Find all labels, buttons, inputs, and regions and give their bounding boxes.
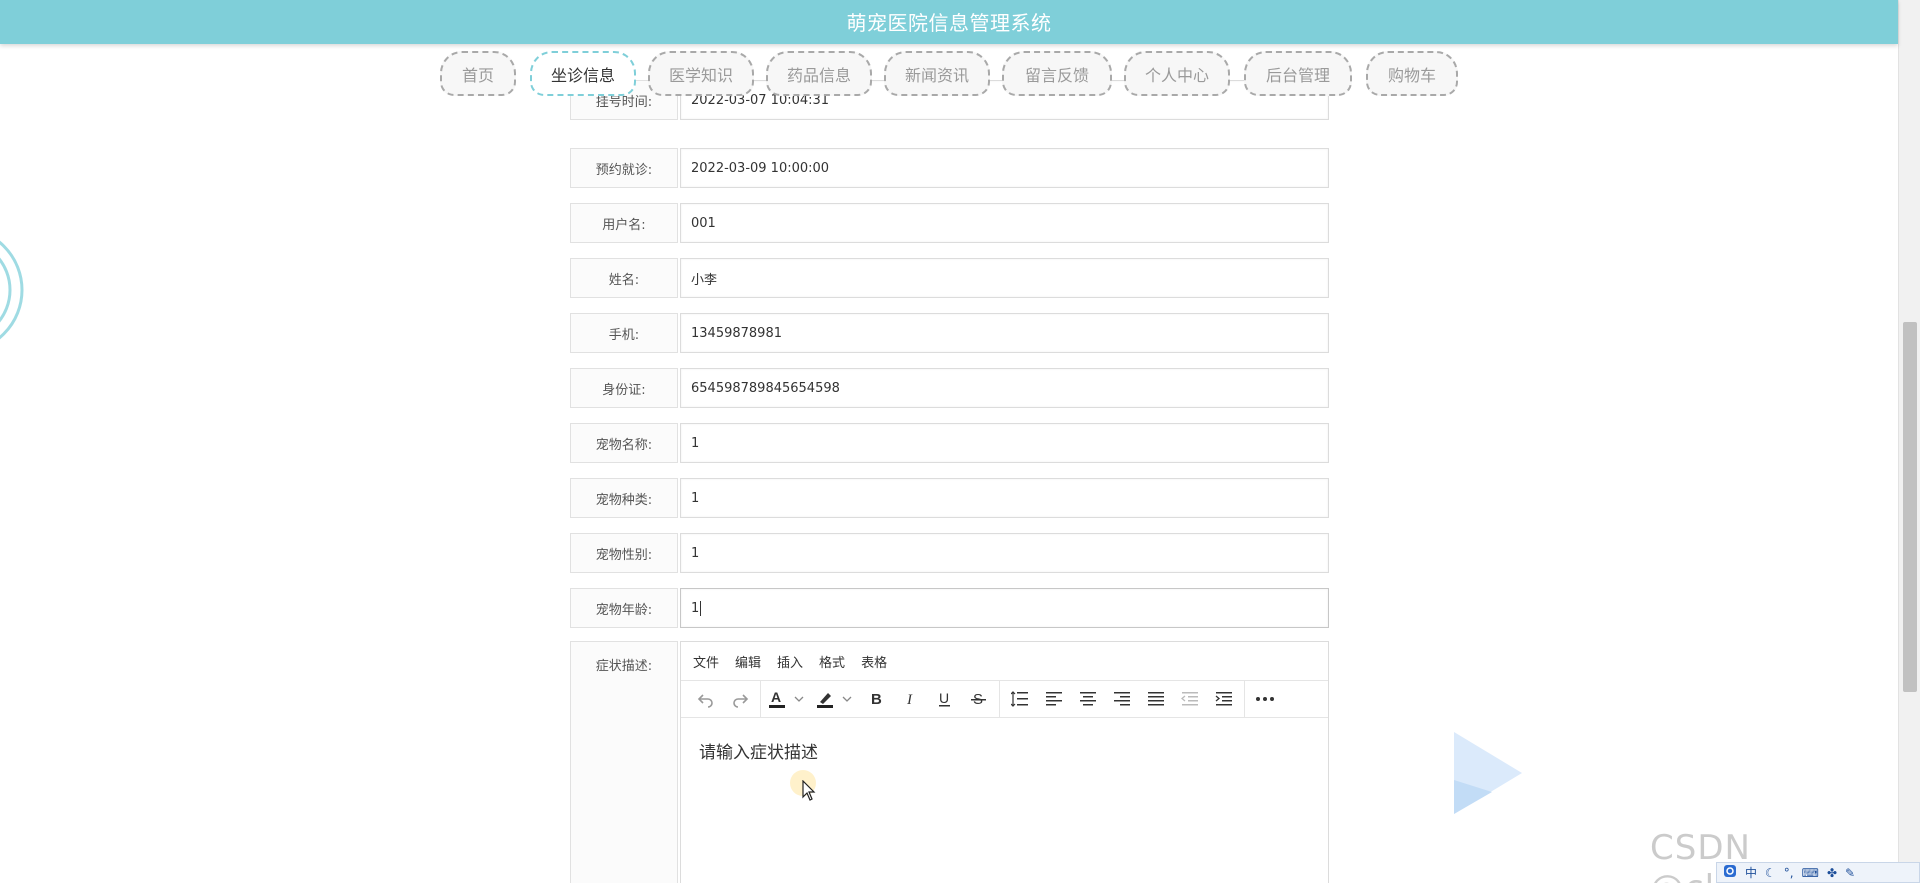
svg-text:B: B <box>871 691 882 708</box>
field-label: 身份证: <box>570 368 678 408</box>
pet-name-input[interactable]: 1 <box>680 423 1329 463</box>
top-bar: 萌宠医院信息管理系统 <box>0 0 1898 44</box>
italic-icon[interactable]: I <box>894 684 928 714</box>
punctuation-icon: °, <box>1783 865 1794 880</box>
align-center-icon[interactable] <box>1071 684 1105 714</box>
menu-insert[interactable]: 插入 <box>777 652 803 671</box>
pet-age-value: 1 <box>691 600 700 616</box>
symptom-textarea[interactable]: 请输入症状描述 <box>681 718 1328 783</box>
svg-text:I: I <box>906 692 913 708</box>
ime-mode-label: 中 <box>1745 866 1758 880</box>
editor-menubar: 文件 编辑 插入 格式 表格 <box>681 642 1328 680</box>
tools-icon: ✎ <box>1845 865 1856 880</box>
field-label: 宠物名称: <box>570 423 678 463</box>
pet-gender-input[interactable]: 1 <box>680 533 1329 573</box>
svg-text:U: U <box>939 690 949 706</box>
decorative-triangle <box>1454 732 1522 814</box>
undo-icon[interactable] <box>689 684 723 714</box>
underline-icon[interactable]: U <box>928 684 962 714</box>
indent-icon[interactable] <box>1207 684 1241 714</box>
field-label: 预约就诊: <box>570 148 678 188</box>
svg-text:A: A <box>771 689 781 705</box>
field-pet-age: 宠物年龄: 1 <box>570 588 1330 628</box>
symptom-editor: 文件 编辑 插入 格式 表格 A B I U S 请输入症状描述 <box>680 641 1329 883</box>
pet-age-input[interactable]: 1 <box>680 588 1329 628</box>
menu-file[interactable]: 文件 <box>693 652 719 671</box>
menu-table[interactable]: 表格 <box>861 652 887 671</box>
field-name: 姓名: 小李 <box>570 258 1330 298</box>
decorative-rings <box>0 240 24 340</box>
align-right-icon[interactable] <box>1105 684 1139 714</box>
nav-tab-medical-knowledge[interactable]: 医学知识 <box>648 51 754 96</box>
app-title: 萌宠医院信息管理系统 <box>846 11 1052 35</box>
field-label: 宠物性别: <box>570 533 678 573</box>
nav-tab-medicine[interactable]: 药品信息 <box>766 51 872 96</box>
strikethrough-icon[interactable]: S <box>962 684 996 714</box>
ime-logo-icon <box>1723 864 1737 881</box>
more-icon[interactable] <box>1248 684 1282 714</box>
line-height-icon[interactable] <box>1003 684 1037 714</box>
page-scrollbar[interactable] <box>1898 0 1920 883</box>
field-appointment: 预约就诊: 2022-03-09 10:00:00 <box>570 148 1330 188</box>
id-card-input[interactable]: 654598789845654598 <box>680 368 1329 408</box>
nav-tab-feedback[interactable]: 留言反馈 <box>1002 51 1112 96</box>
ime-toolbar[interactable]: 中 ☾ °, ⌨ ✤ ✎ <box>1716 862 1920 883</box>
field-label: 宠物年龄: <box>570 588 678 628</box>
field-id-card: 身份证: 654598789845654598 <box>570 368 1330 408</box>
field-label: 手机: <box>570 313 678 353</box>
pet-type-input[interactable]: 1 <box>680 478 1329 518</box>
align-left-icon[interactable] <box>1037 684 1071 714</box>
outdent-icon[interactable] <box>1173 684 1207 714</box>
nav-tab-admin[interactable]: 后台管理 <box>1244 51 1352 96</box>
field-label: 宠物种类: <box>570 478 678 518</box>
toolbar-divider <box>1244 680 1245 718</box>
toolbar-divider <box>760 680 761 718</box>
field-pet-gender: 宠物性别: 1 <box>570 533 1330 573</box>
username-input[interactable]: 001 <box>680 203 1329 243</box>
menu-format[interactable]: 格式 <box>819 652 845 671</box>
menu-edit[interactable]: 编辑 <box>735 652 761 671</box>
align-justify-icon[interactable] <box>1139 684 1173 714</box>
field-pet-name: 宠物名称: 1 <box>570 423 1330 463</box>
toolbar-divider <box>999 680 1000 718</box>
editor-toolbar: A B I U S <box>681 680 1328 718</box>
keyboard-icon: ⌨ <box>1801 865 1819 880</box>
moon-icon: ☾ <box>1765 865 1776 880</box>
field-label: 姓名: <box>570 258 678 298</box>
settings-icon: ✤ <box>1826 865 1837 880</box>
appointment-input[interactable]: 2022-03-09 10:00:00 <box>680 148 1329 188</box>
name-input[interactable]: 小李 <box>680 258 1329 298</box>
nav-tab-home[interactable]: 首页 <box>440 51 516 96</box>
field-phone: 手机: 13459878981 <box>570 313 1330 353</box>
text-color-icon[interactable]: A <box>764 684 812 714</box>
field-label: 用户名: <box>570 203 678 243</box>
highlight-color-icon[interactable] <box>812 684 860 714</box>
field-username: 用户名: 001 <box>570 203 1330 243</box>
text-caret <box>700 600 702 616</box>
nav-tab-consultation[interactable]: 坐诊信息 <box>530 51 636 96</box>
mouse-cursor-icon <box>802 780 816 801</box>
scrollbar-thumb[interactable] <box>1903 322 1917 692</box>
bold-icon[interactable]: B <box>860 684 894 714</box>
nav-tab-news[interactable]: 新闻资讯 <box>884 51 990 96</box>
symptom-label: 症状描述: <box>570 641 678 883</box>
nav-tab-personal-center[interactable]: 个人中心 <box>1124 51 1230 96</box>
nav-tab-cart[interactable]: 购物车 <box>1366 51 1458 96</box>
field-pet-type: 宠物种类: 1 <box>570 478 1330 518</box>
redo-icon[interactable] <box>723 684 757 714</box>
phone-input[interactable]: 13459878981 <box>680 313 1329 353</box>
